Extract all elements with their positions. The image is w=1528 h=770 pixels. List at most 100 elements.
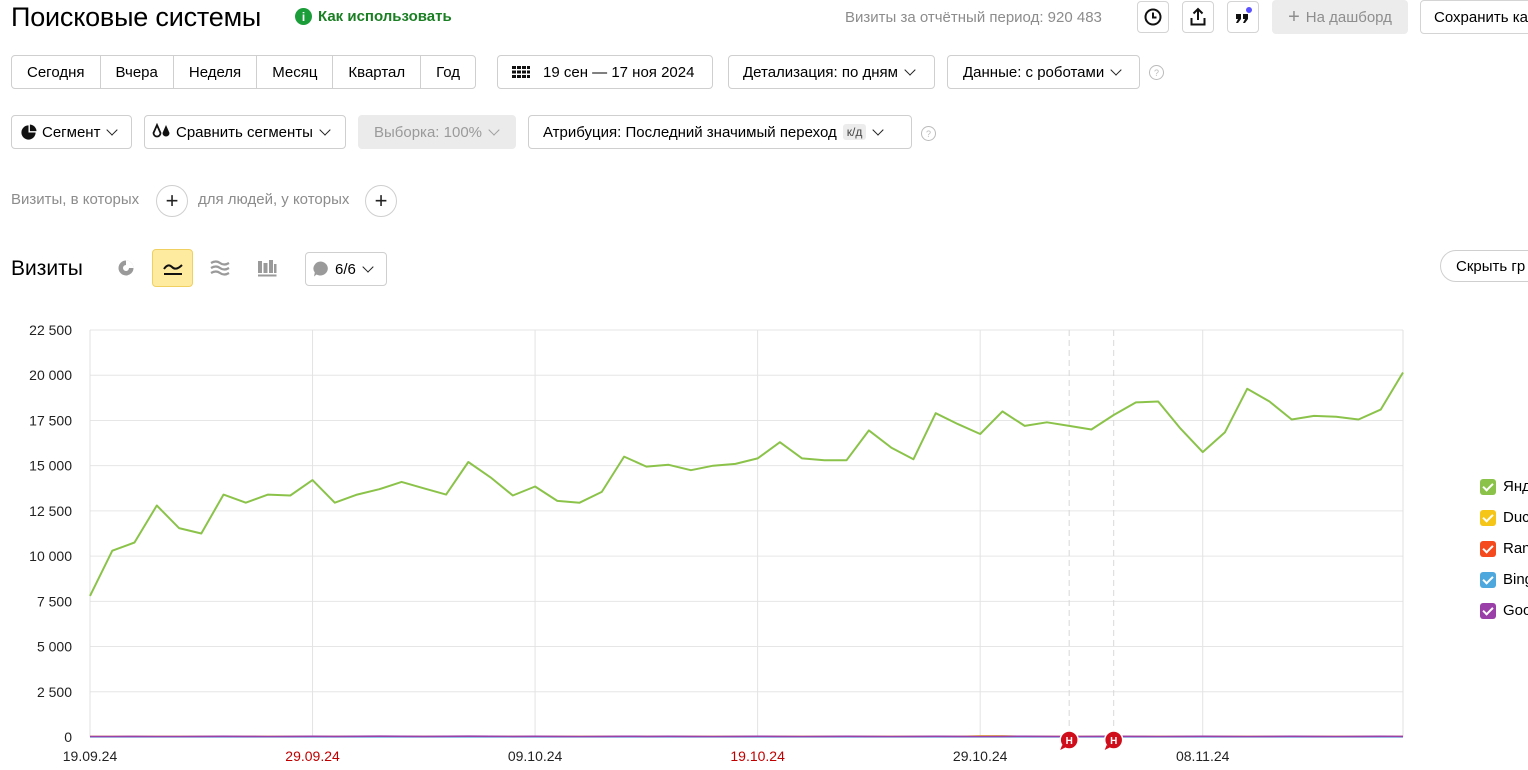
how-to-use-label: Как использовать (318, 8, 452, 25)
period-quarter[interactable]: Квартал (333, 56, 422, 88)
series-lines (89, 371, 1404, 738)
bar-chart-icon (257, 260, 276, 277)
horizontal-gridlines (90, 329, 1403, 738)
attribution-label: Атрибуция: Последний значимый переход (543, 123, 837, 141)
plus-icon: + (1288, 6, 1300, 28)
y-tick-label: 15 000 (29, 458, 72, 474)
legend-item-yandex[interactable]: Янд (1480, 478, 1528, 495)
pie-chart-icon (118, 260, 133, 276)
compare-segments-dropdown[interactable]: Сравнить сегменты (144, 115, 346, 149)
x-tick-label: 19.10.24 (730, 748, 785, 764)
save-button[interactable]: Сохранить ка (1420, 0, 1528, 34)
to-dashboard-button[interactable]: + На дашборд (1272, 0, 1408, 34)
quote-icon (1236, 6, 1253, 23)
legend-item-bing[interactable]: Bing (1480, 571, 1528, 588)
legend-label: Bing (1503, 571, 1528, 588)
period-year[interactable]: Год (421, 56, 475, 88)
annotation-markers[interactable]: НН (1059, 730, 1124, 750)
x-tick-label: 29.09.24 (285, 748, 340, 764)
legend-label: Ran (1503, 540, 1528, 557)
chart-type-area[interactable] (199, 249, 240, 287)
legend-label: Goo (1503, 602, 1528, 619)
y-tick-label: 2 500 (37, 684, 72, 700)
hide-chart-button[interactable]: Скрыть гр (1440, 250, 1528, 282)
to-dashboard-label: На дашборд (1305, 8, 1392, 26)
segment-label: Сегмент (42, 123, 101, 141)
chart-type-pie[interactable] (105, 249, 146, 287)
legend-label: Янд (1503, 478, 1528, 495)
page-title: Поисковые системы (11, 2, 262, 32)
period-week[interactable]: Неделя (174, 56, 258, 88)
period-selector: Сегодня Вчера Неделя Месяц Квартал Год (11, 55, 477, 89)
period-today[interactable]: Сегодня (12, 56, 101, 88)
segment-dropdown[interactable]: Сегмент (11, 115, 132, 149)
y-tick-label: 22 500 (29, 322, 72, 338)
checkbox-icon (1480, 571, 1496, 588)
plus-icon: + (165, 188, 179, 213)
sample-dropdown[interactable]: Выборка: 100% (358, 115, 516, 149)
chevron-down-icon (106, 124, 119, 136)
how-to-use-link[interactable]: i Как использовать (295, 8, 452, 25)
share-icon (1190, 7, 1206, 26)
period-yesterday[interactable]: Вчера (101, 56, 174, 88)
y-tick-label: 7 500 (37, 593, 72, 609)
annotation-lines (1068, 330, 1115, 737)
comments-button[interactable] (1227, 1, 1259, 33)
annotation-marker[interactable]: Н (1059, 730, 1079, 750)
y-tick-label: 5 000 (37, 639, 72, 655)
visits-line-chart: 0 2 500 5 000 7 500 10 000 12 500 15 000 17 500… (29, 322, 1404, 764)
x-tick-label: 29.10.24 (953, 748, 1008, 764)
legend-item-rambler[interactable]: Ran (1480, 540, 1528, 557)
annotation-marker[interactable]: Н (1103, 730, 1124, 750)
help-icon[interactable]: ? (921, 126, 936, 141)
data-mode-dropdown[interactable]: Данные: с роботами (947, 55, 1140, 89)
y-tick-label: 20 000 (29, 367, 72, 383)
date-range-picker[interactable]: 19 сен — 17 ноя 2024 (497, 55, 713, 89)
add-visit-condition-button[interactable]: + (156, 185, 188, 217)
y-tick-label: 12 500 (29, 503, 72, 519)
export-button[interactable] (1182, 1, 1214, 33)
marker-label: Н (1066, 736, 1073, 747)
series-line-yandex (89, 371, 1404, 597)
legend-item-google[interactable]: Goo (1480, 602, 1528, 619)
attribution-badge: к/д (842, 124, 867, 140)
sample-label: Выборка: 100% (374, 123, 482, 141)
help-icon[interactable]: ? (1149, 65, 1164, 80)
detail-label: Детализация: по дням (743, 63, 898, 81)
checkbox-icon (1480, 540, 1496, 557)
x-axis-ticks: 19.09.24 29.09.24 09.10.24 19.10.24 29.10.24… (63, 748, 1230, 764)
y-axis-ticks: 0 2 500 5 000 7 500 10 000 12 500 15 000 17 500… (29, 322, 72, 745)
chevron-down-icon (362, 261, 374, 273)
section-title: Визиты (11, 257, 83, 280)
chevron-down-icon (319, 124, 331, 136)
visits-condition-label: Визиты, в которых (11, 191, 140, 208)
people-condition-label: для людей, у которых (198, 191, 350, 208)
history-button[interactable] (1137, 1, 1169, 33)
chart-type-bar[interactable] (246, 249, 287, 287)
chevron-down-icon (488, 124, 500, 136)
clock-icon (1144, 8, 1162, 26)
legend-item-duckduckgo[interactable]: Duc (1480, 509, 1528, 526)
period-month[interactable]: Месяц (257, 56, 334, 88)
attribution-dropdown[interactable]: Атрибуция: Последний значимый переход к/… (528, 115, 912, 149)
add-people-condition-button[interactable]: + (365, 185, 397, 217)
calendar-icon (512, 66, 530, 78)
chart-type-line[interactable] (152, 249, 193, 287)
chevron-down-icon (904, 64, 916, 76)
vertical-gridlines (89, 330, 1404, 737)
date-range-label: 19 сен — 17 ноя 2024 (543, 63, 695, 81)
comment-icon (313, 261, 328, 277)
info-icon: i (295, 8, 312, 25)
pie-chart-icon (21, 123, 37, 140)
chevron-down-icon (1110, 64, 1122, 76)
area-chart-icon (209, 260, 230, 276)
y-tick-label: 10 000 (29, 548, 72, 564)
data-mode-label: Данные: с роботами (963, 63, 1105, 81)
x-tick-label: 19.09.24 (63, 748, 118, 764)
checkbox-icon (1480, 602, 1496, 619)
x-tick-label: 09.10.24 (508, 748, 563, 764)
x-tick-label: 08.11.24 (1176, 748, 1230, 764)
plus-icon: + (374, 188, 388, 213)
annotations-dropdown[interactable]: 6/6 (305, 252, 387, 286)
detail-dropdown[interactable]: Детализация: по дням (728, 55, 935, 89)
